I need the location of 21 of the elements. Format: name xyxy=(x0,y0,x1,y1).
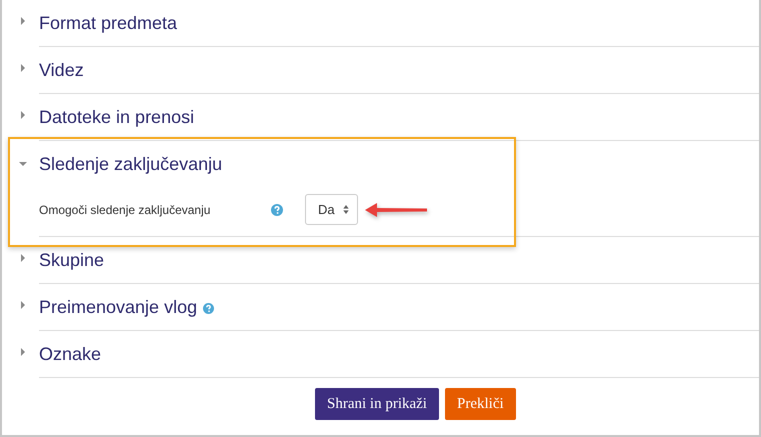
section-title[interactable]: Preimenovanje vlog xyxy=(39,296,198,318)
field-label: Omogoči sledenje zaključevanju xyxy=(39,202,212,216)
section-title[interactable]: Skupine xyxy=(39,250,104,270)
expand-caret-icon[interactable] xyxy=(19,17,27,25)
spinner-icon xyxy=(342,205,349,214)
expand-caret-icon[interactable] xyxy=(19,254,27,262)
section-title[interactable]: Oznake xyxy=(39,344,102,364)
section-title[interactable]: Videz xyxy=(39,60,84,80)
expand-caret-icon[interactable] xyxy=(19,301,27,309)
collapse-caret-icon[interactable] xyxy=(19,160,27,168)
help-icon[interactable] xyxy=(203,303,214,314)
help-icon[interactable] xyxy=(271,204,283,216)
section-title[interactable]: Format predmeta xyxy=(39,12,178,34)
form-button[interactable]: Prekliči xyxy=(444,388,516,420)
select-field[interactable]: Da xyxy=(305,194,358,225)
form-button[interactable]: Shrani in prikaži xyxy=(315,388,439,420)
expand-caret-icon[interactable] xyxy=(19,111,27,119)
section-title[interactable]: Datoteke in prenosi xyxy=(39,106,194,128)
expand-caret-icon[interactable] xyxy=(19,64,27,72)
section-title[interactable]: Sledenje zaključevanju xyxy=(39,154,222,174)
expand-caret-icon[interactable] xyxy=(19,348,27,356)
